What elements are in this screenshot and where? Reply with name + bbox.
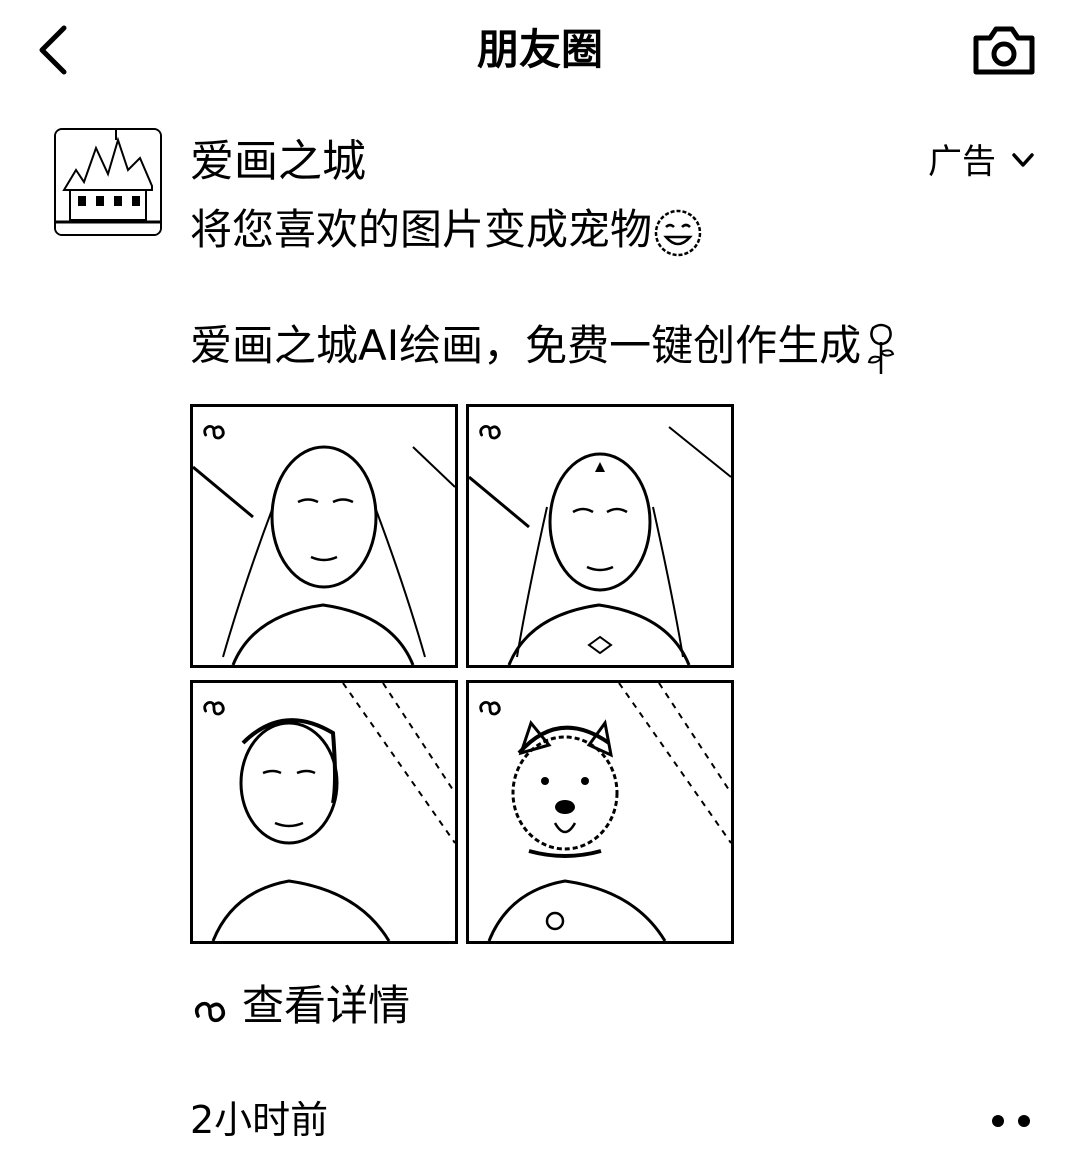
more-options-icon[interactable] bbox=[984, 1106, 1040, 1136]
mini-program-badge-icon bbox=[203, 424, 225, 440]
image-man-photo[interactable] bbox=[190, 680, 458, 944]
post-text-line2: 爱画之城AI绘画，免费一键创作生成 bbox=[190, 318, 901, 376]
post-text-2: 爱画之城AI绘画，免费一键创作生成 bbox=[190, 321, 862, 370]
page-title: 朋友圈 bbox=[476, 25, 603, 74]
rose-emoji-icon bbox=[867, 323, 895, 374]
mini-program-badge-icon bbox=[479, 424, 501, 440]
image-grid bbox=[190, 404, 734, 944]
mini-program-badge-icon bbox=[479, 700, 501, 716]
grinning-face-emoji-icon bbox=[654, 209, 702, 256]
image-dog-pet[interactable] bbox=[466, 680, 734, 944]
castle-avatar-image bbox=[56, 130, 160, 234]
image-woman-photo[interactable] bbox=[190, 404, 458, 668]
post-time: 2小时前 bbox=[190, 1098, 329, 1142]
post-text-line1: 将您喜欢的图片变成宠物 bbox=[190, 202, 704, 259]
image-woman-anime[interactable] bbox=[466, 404, 734, 668]
view-details-label[interactable]: 查看详情 bbox=[242, 978, 410, 1034]
top-nav: 朋友圈 bbox=[0, 0, 1080, 100]
ad-label[interactable]: 广告 bbox=[928, 140, 996, 184]
chevron-down-icon[interactable] bbox=[1010, 150, 1036, 170]
mini-program-icon bbox=[194, 1001, 226, 1023]
mini-program-badge-icon bbox=[203, 700, 225, 716]
camera-icon[interactable] bbox=[972, 24, 1036, 76]
avatar[interactable] bbox=[54, 128, 162, 236]
author-name[interactable]: 爱画之城 bbox=[190, 134, 366, 190]
post-text-1: 将您喜欢的图片变成宠物 bbox=[190, 205, 653, 254]
